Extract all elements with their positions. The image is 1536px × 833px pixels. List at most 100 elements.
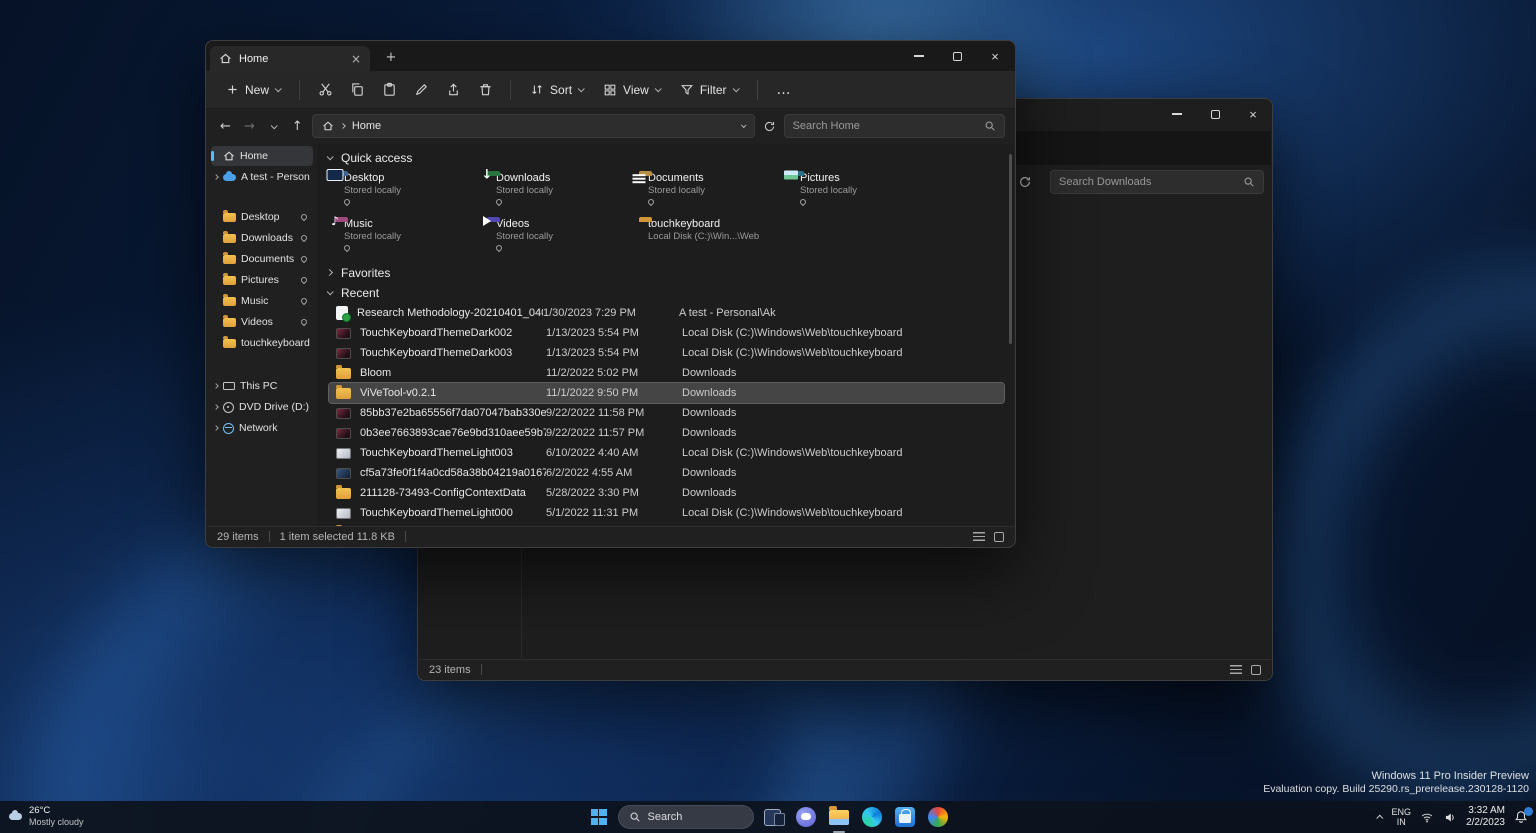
file-row[interactable]: TouchKeyboardThemeDark003 1/13/2023 5:54…: [329, 343, 1004, 363]
weather-widget[interactable]: 26°C Mostly cloudy: [9, 806, 84, 827]
sidebar-item-folder[interactable]: Documents: [211, 249, 313, 269]
paste-button[interactable]: [375, 76, 403, 104]
expand-chevron-icon[interactable]: [213, 383, 219, 389]
file-row[interactable]: 85bb37e2ba65556f7da07047bab330e3534c80a2…: [329, 403, 1004, 423]
forward-button[interactable]: →: [240, 115, 259, 137]
expand-chevron-icon[interactable]: [213, 174, 219, 180]
expand-chevron-icon[interactable]: [213, 404, 219, 410]
volume-icon[interactable]: [1443, 811, 1457, 824]
details-view-toggle[interactable]: [1230, 665, 1242, 674]
file-icon: [336, 448, 351, 459]
back-button[interactable]: ←: [216, 115, 235, 137]
taskbar-app[interactable]: [792, 803, 820, 831]
large-icons-view-toggle[interactable]: [994, 532, 1004, 542]
file-row[interactable]: 211128-73493-ConfigContextData 5/28/2022…: [329, 483, 1004, 503]
taskbar-app[interactable]: [759, 803, 787, 831]
minimize-button[interactable]: [1158, 99, 1196, 129]
new-tab-button[interactable]: +: [382, 48, 400, 66]
taskbar-search[interactable]: Search: [618, 805, 754, 829]
quick-access-tile[interactable]: Pictures Stored locally: [785, 169, 937, 213]
notification-bell-icon[interactable]: [1514, 810, 1528, 824]
sidebar-item-home[interactable]: Home: [211, 146, 313, 166]
tile-subtitle: Stored locally: [800, 185, 857, 196]
search-input[interactable]: Search Downloads: [1050, 170, 1264, 194]
address-dropdown-icon[interactable]: [741, 122, 747, 128]
sidebar-item-folder[interactable]: Downloads: [211, 228, 313, 248]
sidebar-item-folder[interactable]: Pictures: [211, 270, 313, 290]
file-row[interactable]: Research Methodology-20210401_040256-Mee…: [329, 303, 1004, 323]
refresh-button[interactable]: [1018, 175, 1040, 189]
file-name: Bloom: [360, 367, 546, 379]
file-icon: [336, 306, 348, 320]
sidebar-item-folder[interactable]: Desktop: [211, 207, 313, 227]
close-button[interactable]: ×: [1234, 99, 1272, 129]
scrollbar[interactable]: [1009, 154, 1012, 344]
address-box[interactable]: Home: [312, 114, 755, 138]
tile-name: Desktop: [344, 172, 401, 184]
section-quick-access[interactable]: Quick access: [327, 148, 1004, 167]
file-row[interactable]: cf5a73fe0f1f4a0cd58a38b04219a0167354f87f…: [329, 463, 1004, 483]
sidebar-item-drive[interactable]: DVD Drive (D:) CCC: [211, 397, 313, 417]
tab-close-icon[interactable]: ×: [351, 52, 361, 66]
file-row[interactable]: ViVeTool-v0.2.1 11/1/2022 9:50 PM Downlo…: [329, 383, 1004, 403]
section-recent[interactable]: Recent: [327, 283, 1004, 302]
copy-button[interactable]: [343, 76, 371, 104]
navigation-pane: Home A test - Personal Desktop: [207, 144, 317, 526]
file-row[interactable]: TouchKeyboardThemeLight003 6/10/2022 4:4…: [329, 443, 1004, 463]
file-row[interactable]: 0b3ee7663893cae76e9bd310aee59b70d76cc476…: [329, 423, 1004, 443]
taskbar-app[interactable]: [858, 803, 886, 831]
section-favorites[interactable]: Favorites: [327, 263, 1004, 282]
toolbar-divider: [299, 80, 300, 100]
large-icons-view-toggle[interactable]: [1251, 665, 1261, 675]
taskbar-app[interactable]: [825, 803, 853, 831]
maximize-button[interactable]: [1196, 99, 1234, 129]
file-icon: [336, 468, 351, 479]
tray-overflow-chevron[interactable]: [1376, 814, 1383, 821]
expand-chevron-icon[interactable]: [213, 425, 219, 431]
start-button[interactable]: [585, 803, 613, 831]
quick-access-tile[interactable]: Videos Stored locally: [481, 215, 633, 259]
recent-locations-button[interactable]: [264, 115, 283, 137]
cut-button[interactable]: [311, 76, 339, 104]
sidebar-item-folder[interactable]: Videos: [211, 312, 313, 332]
quick-access-tile[interactable]: Downloads Stored locally: [481, 169, 633, 213]
quick-access-tile[interactable]: Documents Stored locally: [633, 169, 785, 213]
sidebar-item-drive[interactable]: This PC: [211, 376, 313, 396]
refresh-button[interactable]: [760, 115, 779, 137]
sidebar-item-onedrive[interactable]: A test - Personal: [211, 167, 313, 187]
sidebar-item-drive[interactable]: Network: [211, 418, 313, 438]
delete-button[interactable]: [471, 76, 499, 104]
more-options-button[interactable]: …: [769, 82, 799, 98]
details-view-toggle[interactable]: [973, 532, 985, 541]
quick-access-tile[interactable]: touchkeyboard Local Disk (C:)\Win...\Web: [633, 215, 785, 259]
rename-button[interactable]: [407, 76, 435, 104]
clock[interactable]: 3:32 AM 2/2/2023: [1466, 805, 1505, 829]
sidebar-item-folder[interactable]: Music: [211, 291, 313, 311]
file-row[interactable]: TouchKeyboardThemeLight000 5/1/2022 11:3…: [329, 503, 1004, 523]
maximize-button[interactable]: [938, 41, 976, 71]
file-location: Local Disk (C:)\Windows\Web\touchkeyboar…: [682, 327, 997, 339]
minimize-button[interactable]: [900, 41, 938, 71]
folder-icon: [223, 318, 236, 327]
folder-icon: [223, 297, 236, 306]
up-button[interactable]: ↑: [288, 115, 307, 137]
main-explorer-window[interactable]: Home × + × New: [205, 40, 1016, 548]
close-button[interactable]: ×: [976, 41, 1014, 71]
view-button[interactable]: View: [595, 78, 668, 102]
breadcrumb[interactable]: Home: [352, 120, 381, 132]
share-button[interactable]: [439, 76, 467, 104]
file-row[interactable]: TouchKeyboardThemeDark002 1/13/2023 5:54…: [329, 323, 1004, 343]
taskbar-app[interactable]: [891, 803, 919, 831]
search-input[interactable]: Search Home: [784, 114, 1005, 138]
filter-button[interactable]: Filter: [672, 78, 746, 102]
quick-access-tile[interactable]: Music Stored locally: [329, 215, 481, 259]
sidebar-item-folder[interactable]: touchkeyboard: [211, 333, 313, 353]
language-indicator[interactable]: ENG IN: [1392, 807, 1412, 828]
network-icon[interactable]: [1420, 811, 1434, 824]
sort-button[interactable]: Sort: [522, 78, 591, 102]
new-button[interactable]: New: [218, 78, 288, 102]
quick-access-tile[interactable]: Desktop Stored locally: [329, 169, 481, 213]
tab-home[interactable]: Home ×: [210, 46, 370, 71]
file-row[interactable]: Bloom 11/2/2022 5:02 PM Downloads: [329, 363, 1004, 383]
taskbar-app[interactable]: [924, 803, 952, 831]
